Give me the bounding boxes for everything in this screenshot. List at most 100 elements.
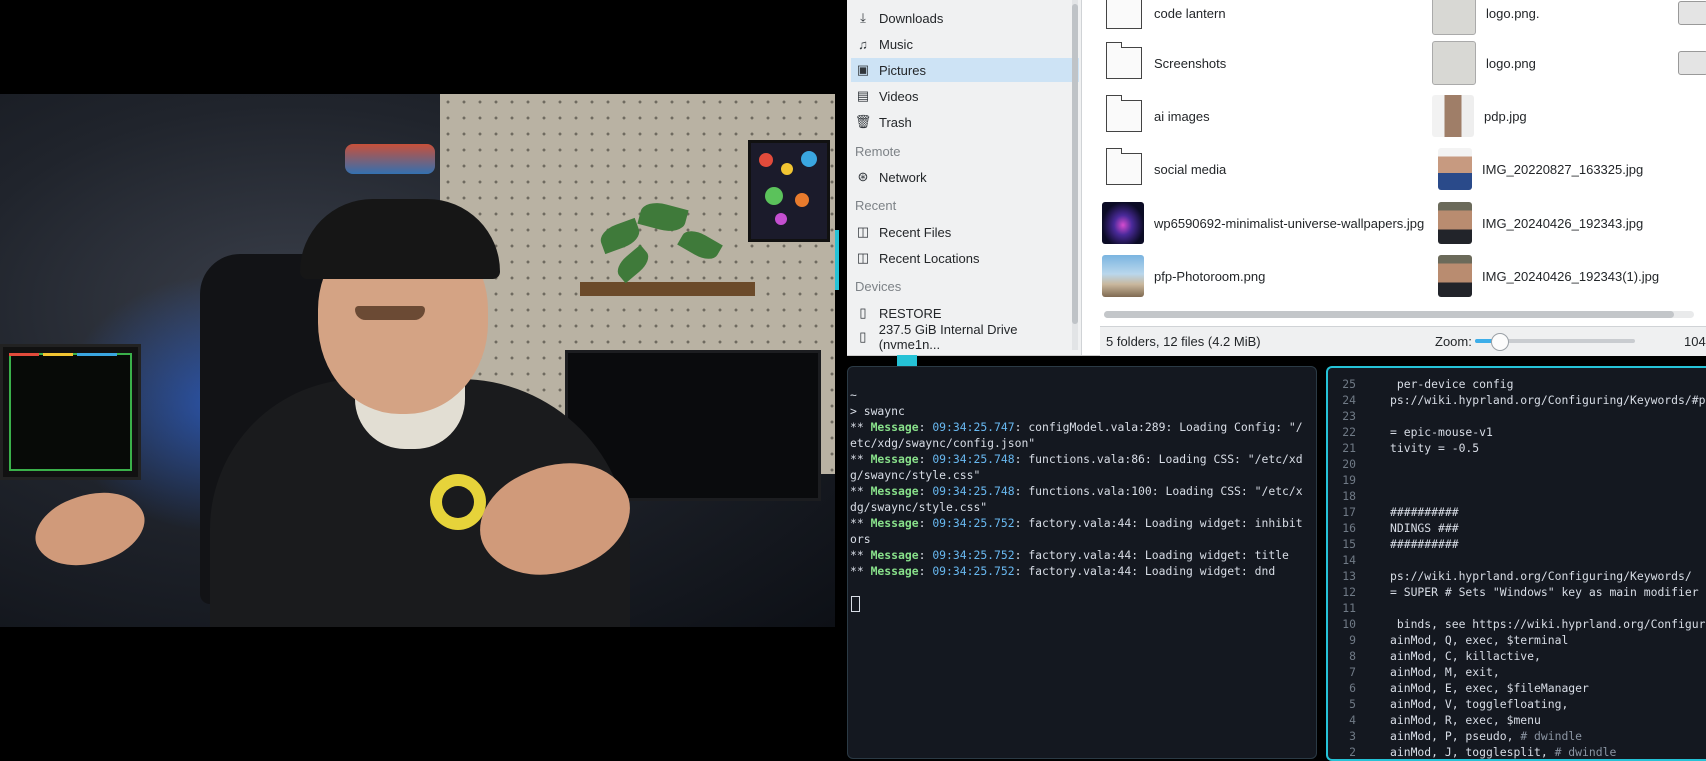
line-number: 13: [1342, 569, 1356, 583]
zoom-slider-handle[interactable]: [1491, 333, 1509, 351]
video-icon: ▤: [856, 88, 870, 103]
file-view: code lantern Screenshots ai images socia…: [1100, 0, 1706, 356]
sidebar-scrollbar-thumb[interactable]: [1072, 4, 1078, 324]
file-item[interactable]: IMG_20240426_192343.jpg: [1438, 200, 1643, 246]
file-item[interactable]: social media: [1105, 146, 1226, 192]
editor-line: 10 binds, see https://wiki.hyprland.org/…: [1330, 616, 1706, 632]
terminal-line: ** Message: 09:34:25.748: functions.vala…: [850, 484, 1303, 498]
editor-line: 6 ainMod, E, exec, $fileManager: [1330, 680, 1589, 696]
file-item[interactable]: IMG_20220827_163325.jpg: [1438, 146, 1643, 192]
folder-summary: 5 folders, 12 files (4.2 MiB): [1106, 334, 1261, 349]
terminal-line: ~: [850, 388, 857, 402]
terminal-line: ** Message: 09:34:25.752: factory.vala:4…: [850, 564, 1276, 578]
folder-icon: [1105, 95, 1142, 132]
terminal-swaync[interactable]: ~ > swaync ** Message: 09:34:25.747: confi…: [847, 366, 1317, 759]
file-item[interactable]: logo.png.: [1432, 0, 1540, 36]
line-number: 20: [1342, 457, 1356, 471]
sidebar-item-downloads[interactable]: ⤓ Downloads: [851, 6, 1079, 30]
file-item[interactable]: Screenshots: [1105, 40, 1227, 86]
editor-line: 15 ##########: [1330, 536, 1458, 552]
line-number: 23: [1342, 409, 1356, 423]
line-number: 22: [1342, 425, 1356, 439]
line-number: 18: [1342, 489, 1356, 503]
music-icon: ♫: [858, 36, 868, 52]
line-number: 2: [1349, 745, 1356, 759]
file-item[interactable]: pdp.jpg: [1432, 93, 1527, 139]
logo-thumbnail: [1432, 41, 1476, 85]
status-bar: 5 folders, 12 files (4.2 MiB) Zoom: 104: [1100, 326, 1706, 356]
terminal-cursor: [851, 596, 860, 612]
line-number: 14: [1342, 553, 1356, 567]
image-thumbnail: [1438, 255, 1472, 297]
drive-icon: ▯: [859, 329, 867, 344]
terminal-editor[interactable]: 25 per-device config 24 ps://wiki.hyprland…: [1326, 366, 1706, 761]
sidebar-item-trash[interactable]: 🗑 Trash: [851, 110, 1079, 134]
editor-line: 8 ainMod, C, killactive,: [1330, 648, 1541, 664]
image-thumbnail: [1102, 202, 1144, 244]
file-item[interactable]: IMG_20240426_192343(1).jpg: [1438, 253, 1659, 299]
terminal-line: dg/swaync/style.css": [850, 500, 988, 514]
sidebar-item-label: Pictures: [879, 62, 926, 78]
line-number: 7: [1349, 665, 1356, 679]
image-thumbnail: [1678, 1, 1706, 25]
line-number: 11: [1342, 601, 1356, 615]
terminal-line: ** Message: 09:34:25.748: functions.vala…: [850, 452, 1303, 466]
editor-line: 16 NDINGS ###: [1330, 520, 1458, 536]
sidebar-item-label: Downloads: [879, 10, 944, 26]
file-item[interactable]: pfp-Photoroom.png: [1102, 253, 1265, 299]
file-name: Screenshots: [1154, 55, 1227, 71]
line-number: 3: [1349, 729, 1356, 743]
file-item[interactable]: logo.png: [1432, 40, 1536, 86]
zoom-label: Zoom:: [1435, 334, 1472, 349]
window-focus-accent: [897, 355, 917, 366]
sidebar-item-internal-drive[interactable]: ▯ 237.5 GiB Internal Drive (nvme1n...: [851, 322, 1079, 352]
line-number: 5: [1349, 697, 1356, 711]
file-name: logo.png: [1486, 55, 1536, 71]
file-item[interactable]: code lantern: [1106, 0, 1226, 36]
pictures-icon: ▣: [856, 62, 870, 77]
editor-line: 21 tivity = -0.5: [1330, 440, 1479, 456]
image-thumbnail: [1438, 202, 1472, 244]
editor-line: 20: [1330, 456, 1390, 472]
editor-line: 19: [1330, 472, 1390, 488]
image-thumbnail: [1432, 95, 1474, 137]
sidebar-section-devices: Devices: [855, 279, 902, 294]
file-name: logo.png.: [1486, 5, 1540, 21]
image-thumbnail: [1102, 255, 1144, 297]
sidebar-item-recent-locations[interactable]: ◫ Recent Locations: [851, 246, 1079, 270]
file-item[interactable]: [1678, 40, 1706, 86]
person-mustache: [355, 306, 425, 320]
terminal-line: > swaync: [850, 404, 905, 418]
line-number: 21: [1342, 441, 1356, 455]
video-frame: [0, 94, 835, 627]
sidebar-item-label: Network: [879, 169, 927, 185]
sidebar-item-videos[interactable]: ▤ Videos: [851, 84, 1079, 108]
sidebar-item-recent-files[interactable]: ◫ Recent Files: [851, 220, 1079, 244]
sidebar-item-music[interactable]: ♫ Music: [851, 32, 1079, 56]
file-name: code lantern: [1154, 5, 1226, 21]
sidebar-section-recent: Recent: [855, 198, 897, 213]
line-number: 4: [1349, 713, 1356, 727]
file-name: wp6590692-minimalist-universe-wallpapers…: [1154, 215, 1425, 231]
editor-line: 24 ps://wiki.hyprland.org/Configuring/Key…: [1330, 392, 1705, 408]
video-panel: [0, 0, 835, 757]
sidebar-item-network[interactable]: ⊛ Network: [851, 165, 1079, 189]
sidebar-item-label: Recent Files: [879, 224, 952, 240]
recent-locations-icon: ◫: [856, 250, 870, 265]
file-manager-window: ⤓ Downloads ♫ Music ▣ Pictures ▤ Videos …: [847, 0, 1706, 356]
line-number: 16: [1342, 521, 1356, 535]
file-item[interactable]: wp6590692-minimalist-universe-wallpapers…: [1102, 200, 1424, 246]
recent-files-icon: ◫: [856, 224, 870, 239]
terminal-line: ** Message: 09:34:25.752: factory.vala:4…: [850, 548, 1289, 562]
line-number: 8: [1349, 649, 1356, 663]
folder-icon: [1106, 0, 1142, 29]
terminal-line: ors: [850, 532, 871, 546]
sidebar-item-pictures[interactable]: ▣ Pictures: [851, 58, 1079, 82]
sidebar-item-label: Trash: [879, 114, 912, 130]
zoom-value: 104: [1684, 334, 1706, 349]
file-item[interactable]: ai images: [1105, 93, 1210, 139]
places-sidebar: ⤓ Downloads ♫ Music ▣ Pictures ▤ Videos …: [847, 0, 1082, 355]
window-focus-accent: [835, 230, 839, 290]
horizontal-scrollbar-thumb[interactable]: [1104, 311, 1674, 318]
file-item[interactable]: [1678, 0, 1706, 36]
